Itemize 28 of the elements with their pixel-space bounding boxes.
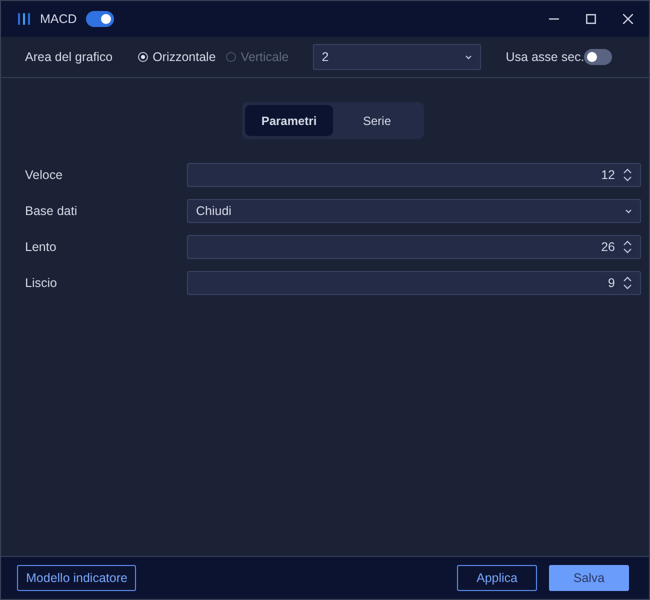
field-label: Base dati	[25, 204, 78, 218]
apply-button[interactable]: Applica	[457, 565, 537, 591]
secondary-axis-toggle[interactable]	[584, 49, 612, 65]
secondary-axis-label: Usa asse sec.	[506, 50, 584, 64]
window-title: MACD	[40, 12, 77, 26]
enable-toggle[interactable]	[86, 11, 114, 27]
indicator-icon	[17, 12, 31, 26]
chevron-down-icon	[625, 208, 632, 214]
tab[interactable]: Serie	[333, 105, 421, 136]
template-button[interactable]: Modello indicatore	[17, 565, 136, 591]
orientation-radio[interactable]: Orizzontale	[138, 50, 216, 64]
number-field[interactable]: 26	[187, 235, 641, 259]
field-label: Liscio	[25, 276, 58, 290]
field-label: Lento	[25, 240, 58, 254]
number-field[interactable]: 9	[187, 271, 641, 295]
chevron-down-icon	[464, 54, 472, 60]
tab[interactable]: Parametri	[245, 105, 333, 136]
number-field[interactable]: 12	[187, 163, 641, 187]
close-icon[interactable]	[623, 14, 633, 24]
spinner-icon[interactable]	[623, 168, 632, 182]
spinner-icon[interactable]	[623, 276, 632, 290]
maximize-icon[interactable]	[586, 14, 596, 24]
select-field[interactable]: Chiudi	[187, 199, 641, 223]
pane-dropdown[interactable]: 2	[312, 44, 481, 70]
save-button[interactable]: Salva	[549, 565, 629, 591]
chart-area-label: Area del grafico	[25, 50, 113, 64]
spinner-icon[interactable]	[623, 240, 632, 254]
field-label: Veloce	[25, 168, 64, 182]
